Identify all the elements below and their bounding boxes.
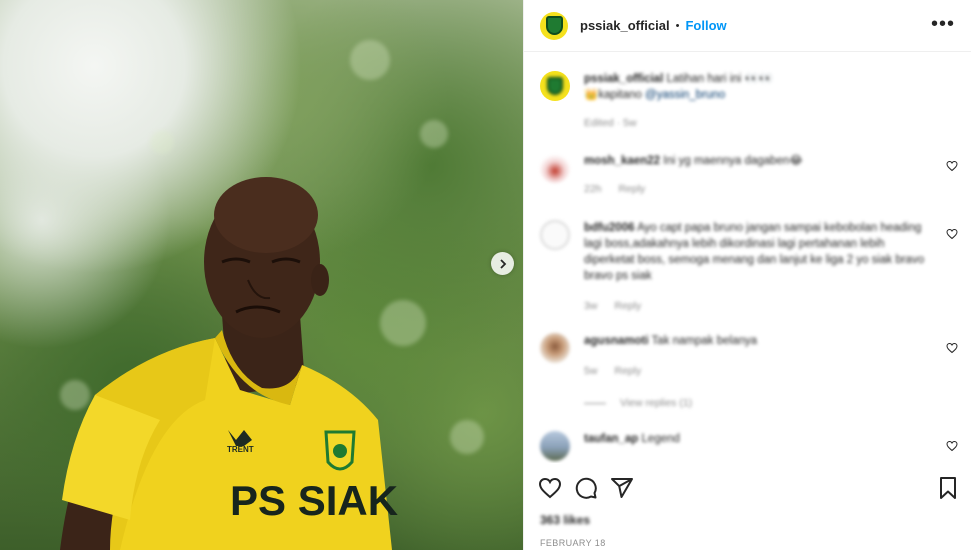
caption-meta: Edited · 5w [584,117,637,129]
jersey-brand-text: TRENT [227,445,254,454]
post-side-panel: pssiak_official • Follow ••• pssiak_offi… [523,0,971,550]
comment-meta: 5w Reply [584,365,655,377]
club-crest-icon [545,16,563,35]
comment-row: agusnamoti Tak nampak belanya 5w Reply V… [540,333,960,411]
likes-count[interactable]: 363 likes [540,513,590,527]
header-separator: • [675,19,680,32]
comment-body: Ini yg maennya dagaben😂 [663,155,803,167]
caption-username[interactable]: pssiak_official [584,73,663,85]
comment-row: taufan_ap Legend [540,431,960,463]
comment-meta: 3w Reply [584,300,655,312]
comment-row: bdfu2006 Ayo capt papa bruno jangan samp… [540,220,960,316]
caption-body: Latihan hari ini 👀👀 [666,73,774,85]
comment-body: Ayo capt papa bruno jangan sampai kebobo… [584,222,925,282]
comment-avatar[interactable] [540,153,570,183]
comment-time: 22h [584,183,602,195]
caption-avatar[interactable] [540,71,570,101]
comment-text: mosh_kaen22 Ini yg maennya dagaben😂 [584,153,934,169]
share-paper-plane-icon[interactable] [610,476,634,500]
like-comment-heart-icon[interactable] [946,342,958,354]
comment-time: 5w [584,365,598,377]
carousel-next-button[interactable] [491,252,514,275]
caption-mention[interactable]: @yassin_bruno [645,89,725,101]
comment-avatar[interactable] [540,220,570,250]
comment-bubble-icon[interactable] [574,476,598,500]
reply-button[interactable]: Reply [618,183,645,195]
post-photo: TRENT PS SIAK [0,0,523,550]
chevron-right-icon [499,258,506,269]
save-bookmark-icon[interactable] [936,476,960,500]
account-avatar[interactable] [540,11,568,40]
caption-body-line2: 👑kapitano [584,89,642,101]
comment-row: mosh_kaen22 Ini yg maennya dagaben😂 22h … [540,153,960,201]
jersey-print-text: PS SIAK [230,477,398,524]
like-comment-heart-icon[interactable] [946,228,958,240]
comment-username[interactable]: bdfu2006 [584,222,635,234]
view-replies-line [584,402,606,404]
comment-body: Legend [641,433,680,445]
comment-avatar[interactable] [540,431,570,461]
comment-text: agusnamoti Tak nampak belanya [584,333,934,349]
comment-meta: 22h Reply [584,183,659,195]
reply-button[interactable]: Reply [614,300,641,312]
like-heart-icon[interactable] [538,476,562,500]
comment-text: bdfu2006 Ayo capt papa bruno jangan samp… [584,220,934,284]
player-illustration: TRENT PS SIAK [60,177,398,550]
comment-username[interactable]: taufan_ap [584,433,638,445]
comment-text: taufan_ap Legend [584,431,934,447]
caption-text: pssiak_official Latihan hari ini 👀👀 👑kap… [584,71,934,103]
comment-avatar[interactable] [540,333,570,363]
comment-username[interactable]: mosh_kaen22 [584,155,660,167]
reply-button[interactable]: Reply [614,365,641,377]
like-comment-heart-icon[interactable] [946,160,958,172]
caption-row: pssiak_official Latihan hari ini 👀👀 👑kap… [540,71,960,135]
header-username[interactable]: pssiak_official [580,18,670,33]
comments-list: pssiak_official Latihan hari ini 👀👀 👑kap… [524,53,971,463]
comment-username[interactable]: agusnamoti [584,335,649,347]
comment-body: Tak nampak belanya [651,335,758,347]
follow-button[interactable]: Follow [685,18,726,33]
post-action-bar [538,474,960,502]
view-replies-button[interactable]: View replies (1) [584,397,692,409]
comment-time: 3w [584,300,598,312]
post-date[interactable]: FEBRUARY 18 [540,538,606,548]
like-comment-heart-icon[interactable] [946,440,958,452]
more-options-button[interactable]: ••• [931,14,955,34]
post-header: pssiak_official • Follow ••• [524,0,971,52]
view-replies-label: View replies (1) [620,397,693,409]
